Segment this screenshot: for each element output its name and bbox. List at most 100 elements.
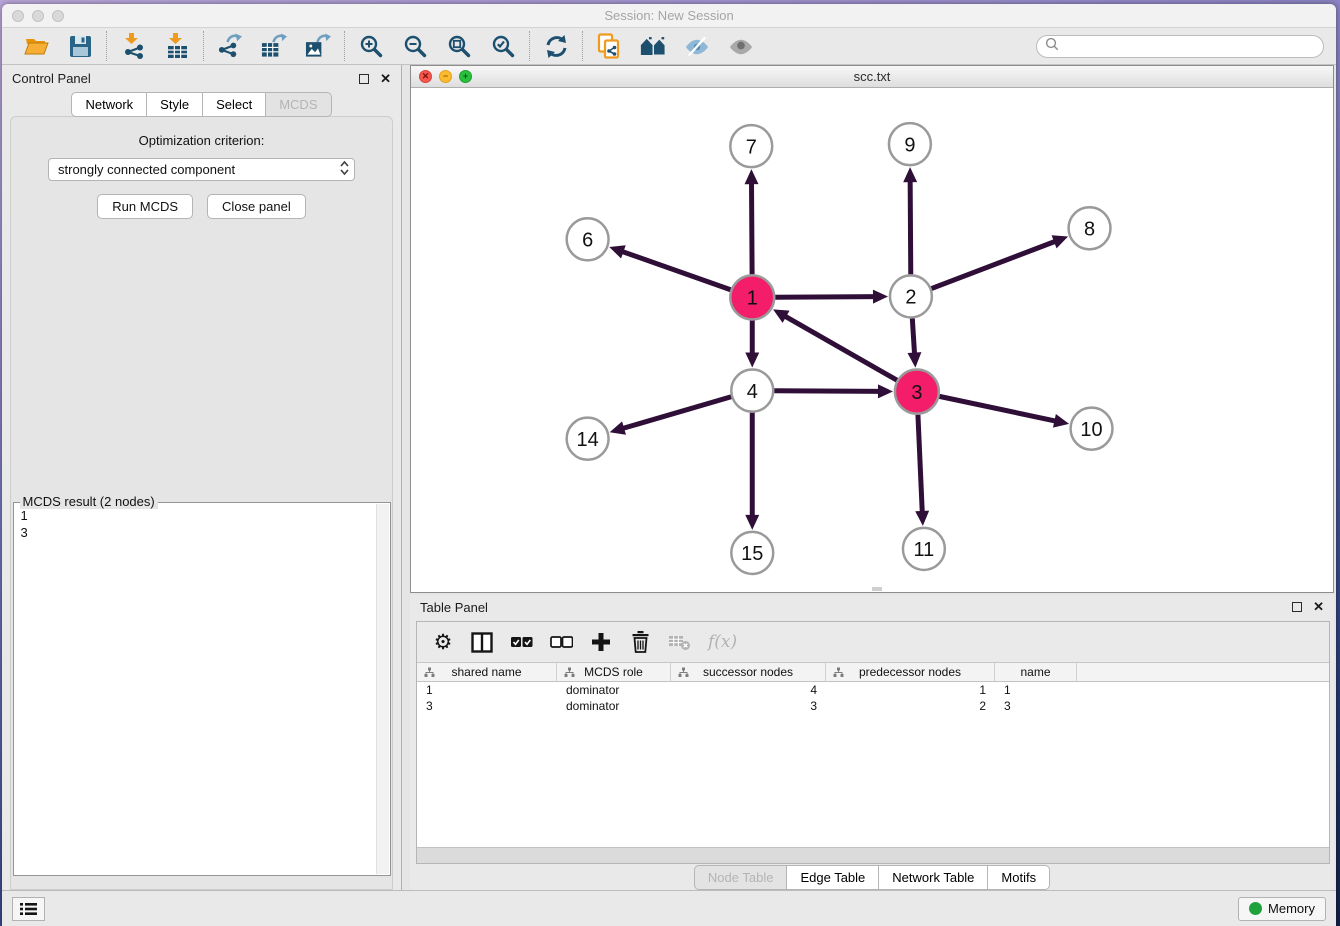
graph-edge-1-7[interactable] bbox=[751, 181, 752, 274]
graph-edge-4-3[interactable] bbox=[774, 391, 881, 392]
tab-style[interactable]: Style bbox=[147, 92, 203, 117]
graph-edge-arrowhead bbox=[610, 421, 626, 434]
float-table-panel-icon[interactable] bbox=[1292, 602, 1302, 612]
import-table-icon[interactable] bbox=[164, 33, 190, 59]
open-session-icon[interactable] bbox=[23, 33, 49, 59]
refresh-view-icon[interactable] bbox=[543, 33, 569, 59]
table-cell: 1 bbox=[417, 683, 557, 697]
column-header-shared-name[interactable]: shared name bbox=[417, 663, 557, 681]
graph-edge-1-2[interactable] bbox=[775, 297, 876, 298]
network-window-titlebar[interactable]: ✕ − + scc.txt bbox=[411, 66, 1333, 88]
graph-edge-arrowhead bbox=[1053, 414, 1069, 428]
export-image-icon[interactable] bbox=[305, 33, 331, 59]
table-horizontal-scrollbar[interactable] bbox=[417, 847, 1329, 863]
minimize-window-button[interactable] bbox=[32, 10, 44, 22]
import-network-icon[interactable] bbox=[120, 33, 146, 59]
graph-edge-2-8[interactable] bbox=[931, 241, 1056, 289]
tab-network-table[interactable]: Network Table bbox=[879, 865, 988, 890]
table-row[interactable]: 3dominator323 bbox=[417, 698, 1329, 714]
table-cell: 3 bbox=[417, 699, 557, 713]
show-all-icon[interactable] bbox=[728, 33, 754, 59]
zoom-out-icon[interactable] bbox=[402, 33, 428, 59]
canvas-grip bbox=[872, 587, 882, 591]
create-column-icon[interactable] bbox=[590, 630, 612, 654]
graph-edge-3-1[interactable] bbox=[783, 315, 896, 380]
graph-edge-2-3[interactable] bbox=[912, 318, 914, 355]
table-panel-title: Table Panel bbox=[420, 600, 488, 615]
table-options-icon[interactable]: ⚙ bbox=[432, 630, 454, 654]
close-panel-icon[interactable]: ✕ bbox=[380, 74, 391, 84]
graph-edge-arrowhead bbox=[745, 515, 759, 530]
close-table-panel-icon[interactable]: ✕ bbox=[1313, 602, 1324, 612]
optimization-criterion-select[interactable]: strongly connected component bbox=[48, 158, 355, 181]
export-table-icon[interactable] bbox=[261, 33, 287, 59]
table-cell: 2 bbox=[826, 699, 995, 713]
zoom-fit-icon[interactable] bbox=[446, 33, 472, 59]
clone-network-icon[interactable] bbox=[596, 33, 622, 59]
main-toolbar bbox=[2, 28, 1336, 65]
table-toolbar: ⚙ bbox=[417, 622, 1329, 663]
graph-node-label: 7 bbox=[746, 136, 757, 158]
tab-node-table[interactable]: Node Table bbox=[694, 865, 788, 890]
control-panel-header: Control Panel ✕ bbox=[2, 65, 401, 92]
select-stepper-icon bbox=[339, 160, 350, 179]
column-header-name[interactable]: name bbox=[995, 663, 1077, 681]
network-zoom-icon[interactable]: + bbox=[459, 70, 472, 83]
graph-edge-1-6[interactable] bbox=[621, 251, 731, 290]
network-minimize-icon[interactable]: − bbox=[439, 70, 452, 83]
table-tabs: Node Table Edge Table Network Table Moti… bbox=[410, 864, 1334, 890]
network-close-icon[interactable]: ✕ bbox=[419, 70, 432, 83]
graph-node-label: 4 bbox=[747, 381, 758, 403]
memory-label: Memory bbox=[1268, 901, 1315, 916]
run-mcds-button[interactable]: Run MCDS bbox=[97, 194, 193, 219]
graph-edge-4-14[interactable] bbox=[621, 397, 731, 429]
table-cell: 4 bbox=[671, 683, 826, 697]
tab-mcds[interactable]: MCDS bbox=[266, 92, 331, 117]
show-columns-icon[interactable] bbox=[471, 630, 493, 654]
tab-edge-table[interactable]: Edge Table bbox=[787, 865, 879, 890]
window-controls bbox=[12, 10, 64, 22]
save-session-icon[interactable] bbox=[67, 33, 93, 59]
close-panel-button[interactable]: Close panel bbox=[207, 194, 306, 219]
table-cell: dominator bbox=[557, 699, 671, 713]
deselect-all-columns-icon[interactable] bbox=[550, 630, 573, 654]
graph-node-label: 9 bbox=[904, 134, 915, 156]
graph-node-label: 15 bbox=[741, 543, 763, 565]
network-view-window: ✕ − + scc.txt 7968124314101511 bbox=[410, 65, 1334, 593]
zoom-window-button[interactable] bbox=[52, 10, 64, 22]
application-window: Session: New Session bbox=[2, 4, 1336, 926]
graph-edge-arrowhead bbox=[745, 169, 759, 184]
network-canvas-svg: 7968124314101511 bbox=[411, 88, 1333, 592]
search-field[interactable] bbox=[1036, 35, 1324, 58]
memory-button[interactable]: Memory bbox=[1238, 897, 1326, 921]
tab-motifs[interactable]: Motifs bbox=[988, 865, 1050, 890]
select-all-columns-icon[interactable] bbox=[510, 630, 533, 654]
graph-node-label: 3 bbox=[911, 382, 922, 404]
hide-selected-icon[interactable] bbox=[684, 33, 710, 59]
zoom-in-icon[interactable] bbox=[358, 33, 384, 59]
export-network-icon[interactable] bbox=[217, 33, 243, 59]
result-scrollbar[interactable] bbox=[376, 504, 389, 874]
table-panel-header: Table Panel ✕ bbox=[410, 595, 1334, 619]
task-history-button[interactable] bbox=[12, 897, 45, 921]
graph-edge-3-10[interactable] bbox=[939, 396, 1057, 421]
zoom-selected-icon[interactable] bbox=[490, 33, 516, 59]
column-header-successor-nodes[interactable]: successor nodes bbox=[671, 663, 826, 681]
delete-column-icon[interactable] bbox=[629, 630, 651, 654]
close-window-button[interactable] bbox=[12, 10, 24, 22]
graph-edge-2-9[interactable] bbox=[910, 179, 911, 274]
first-neighbors-icon[interactable] bbox=[640, 33, 666, 59]
float-panel-icon[interactable] bbox=[359, 74, 369, 84]
graph-edge-3-11[interactable] bbox=[918, 415, 922, 514]
selected-criterion: strongly connected component bbox=[58, 162, 339, 177]
table-row[interactable]: 1dominator411 bbox=[417, 682, 1329, 698]
tab-select[interactable]: Select bbox=[203, 92, 266, 117]
table-cell: 3 bbox=[995, 699, 1077, 713]
column-header-mcds-role[interactable]: MCDS role bbox=[557, 663, 671, 681]
graph-node-label: 8 bbox=[1084, 218, 1095, 240]
column-header-predecessor-nodes[interactable]: predecessor nodes bbox=[826, 663, 995, 681]
network-canvas[interactable]: 7968124314101511 bbox=[411, 88, 1333, 592]
search-input[interactable] bbox=[1064, 39, 1315, 54]
control-panel: Control Panel ✕ Network Style Select MCD… bbox=[2, 65, 402, 890]
tab-network[interactable]: Network bbox=[71, 92, 147, 117]
